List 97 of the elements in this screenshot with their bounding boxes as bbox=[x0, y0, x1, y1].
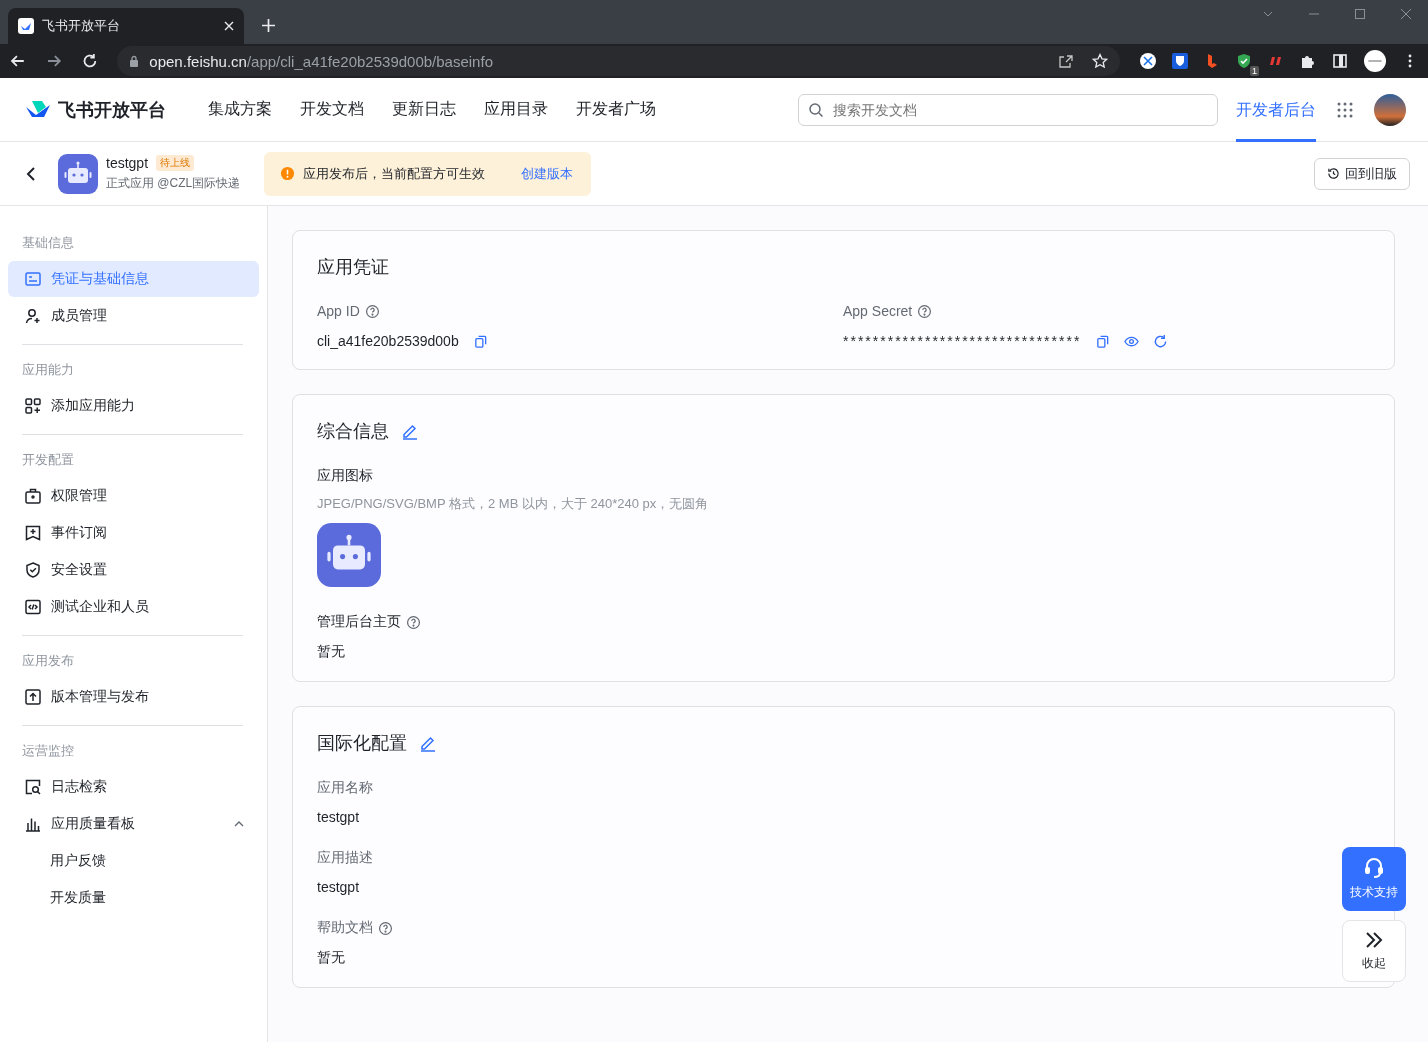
scissors-extension-icon[interactable] bbox=[1140, 53, 1156, 69]
card-title: 综合信息 bbox=[317, 420, 389, 443]
robot-app-icon bbox=[58, 153, 98, 194]
nav-link[interactable]: 应用目录 bbox=[484, 99, 548, 120]
share-icon[interactable] bbox=[1058, 53, 1074, 69]
help-icon[interactable] bbox=[364, 303, 380, 319]
app-subtitle: 正式应用 @CZL国际快递 bbox=[106, 175, 241, 192]
reload-icon[interactable] bbox=[81, 53, 98, 69]
app-name: testgpt bbox=[106, 155, 149, 171]
back-arrow-icon[interactable] bbox=[10, 53, 26, 69]
app-secret-value: ******************************** bbox=[843, 333, 1082, 349]
brand-name[interactable]: 飞书开放平台 bbox=[58, 97, 166, 122]
refresh-icon[interactable] bbox=[1153, 333, 1169, 349]
profile-avatar-icon[interactable] bbox=[1364, 50, 1386, 72]
sidebar-section-title: 应用能力 bbox=[21, 361, 75, 379]
field-label: App ID bbox=[317, 303, 360, 319]
lock-icon bbox=[129, 55, 140, 67]
sidebar-subitem[interactable]: 用户反馈 bbox=[8, 843, 259, 879]
collapse-button[interactable]: 收起 bbox=[1342, 920, 1406, 982]
sidebar-item[interactable]: 权限管理 bbox=[8, 478, 259, 514]
sidebar-item[interactable]: 成员管理 bbox=[8, 298, 259, 334]
code-icon bbox=[24, 598, 42, 616]
notice-text: 应用发布后，当前配置方可生效 bbox=[303, 164, 486, 183]
search-icon bbox=[808, 101, 824, 118]
sidebar-item[interactable]: 测试企业和人员 bbox=[8, 589, 259, 625]
app-id-value: cli_a41fe20b2539d00b bbox=[317, 333, 459, 349]
field-label: 帮助文档 bbox=[317, 919, 373, 937]
grid-icon bbox=[24, 397, 42, 415]
tech-support-button[interactable]: 技术支持 bbox=[1342, 847, 1406, 911]
sidebar-item[interactable]: 事件订阅 bbox=[8, 515, 259, 551]
star-icon[interactable] bbox=[1092, 53, 1108, 69]
event-icon bbox=[24, 524, 42, 542]
card-title: 应用凭证 bbox=[317, 256, 390, 279]
field-label: 管理后台主页 bbox=[317, 613, 401, 631]
site-logo-icon bbox=[18, 18, 34, 34]
extension-badge: 1 bbox=[1249, 66, 1259, 76]
sidebar-subitem[interactable]: 开发质量 bbox=[8, 880, 259, 916]
edit-pencil-icon[interactable] bbox=[401, 422, 419, 440]
help-icon[interactable] bbox=[406, 614, 421, 630]
field-label: App Secret bbox=[843, 303, 913, 319]
field-value: testgpt bbox=[317, 809, 360, 825]
tab-title: 飞书开放平台 bbox=[42, 17, 121, 35]
create-version-link[interactable]: 创建版本 bbox=[521, 164, 574, 183]
shield-icon bbox=[24, 561, 42, 579]
card-title: 国际化配置 bbox=[317, 732, 407, 755]
bag-icon bbox=[24, 487, 42, 505]
field-value: 暂无 bbox=[317, 949, 345, 967]
copy-icon[interactable] bbox=[1095, 333, 1111, 349]
sidebar-item[interactable]: 版本管理与发布 bbox=[8, 679, 259, 715]
maximize-icon[interactable] bbox=[1354, 8, 1366, 20]
field-value: 暂无 bbox=[317, 643, 345, 661]
copy-icon[interactable] bbox=[472, 333, 488, 349]
card-icon bbox=[24, 270, 42, 288]
sidebar-item[interactable]: 凭证与基础信息 bbox=[8, 261, 259, 297]
field-value: testgpt bbox=[317, 879, 360, 895]
log-icon bbox=[24, 778, 42, 796]
nav-link[interactable]: 开发文档 bbox=[300, 99, 364, 120]
user-avatar[interactable] bbox=[1374, 93, 1406, 126]
sidebar-section-title: 基础信息 bbox=[21, 234, 75, 252]
sidebar-section-title: 运营监控 bbox=[21, 742, 75, 760]
sidebar-item[interactable]: 日志检索 bbox=[8, 769, 259, 805]
address-bar[interactable]: open.feishu.cn/app/cli_a41fe20b2539d00b/baseinfo bbox=[117, 46, 1120, 76]
status-tag: 待上线 bbox=[156, 155, 195, 171]
new-tab-icon[interactable] bbox=[262, 19, 275, 32]
sidebar-section-title: 应用发布 bbox=[21, 652, 75, 670]
history-icon bbox=[1327, 167, 1340, 180]
puzzle-icon[interactable] bbox=[1300, 53, 1316, 69]
sidebar-item[interactable]: 安全设置 bbox=[8, 552, 259, 588]
search-field[interactable]: 搜索开发文档 bbox=[798, 93, 1218, 126]
forward-arrow-icon[interactable] bbox=[45, 53, 62, 69]
sidebar-item[interactable]: 添加应用能力 bbox=[8, 388, 259, 424]
upload-icon bbox=[24, 688, 42, 706]
apps-grid-icon[interactable] bbox=[1336, 100, 1354, 119]
headset-icon bbox=[1364, 857, 1384, 879]
browser-tab[interactable]: 飞书开放平台 bbox=[8, 8, 244, 44]
nav-link[interactable]: 集成方案 bbox=[208, 99, 272, 120]
help-icon[interactable] bbox=[378, 920, 393, 936]
shield-extension-icon[interactable] bbox=[1172, 53, 1188, 69]
nav-link[interactable]: 开发者广场 bbox=[576, 99, 656, 120]
user-icon bbox=[24, 307, 42, 325]
help-icon[interactable] bbox=[917, 303, 933, 319]
sidebar-icon[interactable] bbox=[1332, 53, 1348, 69]
check-shield-extension-icon[interactable] bbox=[1236, 53, 1252, 69]
field-label: 应用描述 bbox=[317, 849, 373, 867]
nav-link[interactable]: 更新日志 bbox=[392, 99, 456, 120]
double-chevron-icon bbox=[1364, 930, 1384, 949]
back-chevron-icon[interactable] bbox=[26, 165, 36, 182]
robot-app-icon bbox=[317, 523, 381, 587]
back-to-old-version-button[interactable]: 回到旧版 bbox=[1314, 157, 1410, 190]
sidebar-item[interactable]: 应用质量看板 bbox=[8, 806, 259, 842]
sidebar-section-title: 开发配置 bbox=[21, 451, 75, 469]
warning-icon bbox=[280, 166, 296, 181]
field-label: 应用名称 bbox=[317, 779, 373, 797]
field-label: 应用图标 bbox=[317, 467, 374, 485]
url-text: open.feishu.cn/app/cli_a41fe20b2539d00b/baseinfo bbox=[149, 52, 493, 70]
edit-pencil-icon[interactable] bbox=[419, 734, 437, 752]
field-hint: JPEG/PNG/SVG/BMP 格式，2 MB 以内，大于 240*240 px，无圆角 bbox=[317, 495, 710, 513]
